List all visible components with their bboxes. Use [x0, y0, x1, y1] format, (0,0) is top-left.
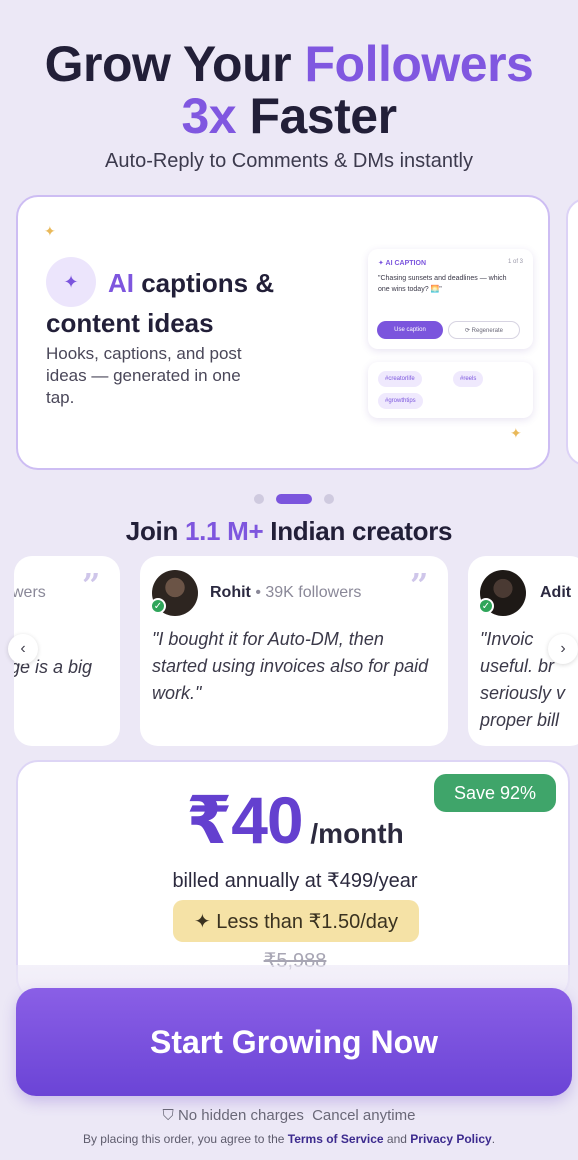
quote-icon: ” [82, 566, 101, 604]
social-proof-heading: Join 1.1 M+ Indian creators [0, 516, 578, 547]
billed-annually-text: billed annually at ₹499/year [172, 870, 418, 892]
privacy-policy-link[interactable]: Privacy Policy [410, 1132, 491, 1146]
headline-line-1: Grow Your Followers [0, 38, 578, 90]
price-period: /month [302, 818, 404, 849]
next-feature-card[interactable] [566, 198, 578, 466]
carousel-dot[interactable] [254, 494, 264, 504]
testimonial-card[interactable]: ✓ Rohit • 39K followers ” "I bought it f… [140, 556, 448, 746]
legal-end: . [491, 1132, 496, 1146]
sparkle-icon: ✦ [44, 223, 56, 239]
caption-text: "Chasing sunsets and deadlines — which o… [378, 275, 507, 293]
hashtag-tag: #reels [453, 371, 484, 387]
testimonial-name: Rohit [210, 584, 251, 601]
legal-text: By placing this order, you agree to the … [0, 1132, 578, 1146]
testimonial-quote: "I bought it for Auto-DM, then started u… [152, 629, 429, 703]
carousel-prev-button[interactable]: ‹ [8, 634, 38, 664]
caption-label: ✦ AI CAPTION [378, 260, 426, 267]
carousel-dot[interactable] [324, 494, 334, 504]
feature-description: Hooks, captions, and post ideas — genera… [46, 344, 242, 407]
social-proof-count: 1.1 M+ [184, 516, 264, 546]
chevron-left-icon: ‹ [20, 640, 26, 657]
price-amount: ₹40 [186, 783, 303, 857]
regenerate-button: ⟳ Regenerate [448, 321, 520, 339]
use-caption-button: Use caption [377, 321, 443, 339]
no-hidden-charges: No hidden charges [177, 1107, 304, 1124]
headline-text: Grow Your [44, 36, 305, 92]
verified-check-icon: ✓ [150, 598, 166, 614]
chevron-right-icon: › [560, 640, 566, 657]
per-day-badge: ✦ Less than ₹1.50/day [173, 900, 419, 942]
cancel-anytime: Cancel anytime [312, 1107, 416, 1124]
price-row: ₹40 /month [18, 782, 572, 859]
verified-check-icon: ✓ [478, 598, 494, 614]
testimonial-name: Adit [540, 584, 572, 601]
hashtag-tag: #growthtips [378, 393, 423, 409]
feature-title-rest: captions & content ideas [46, 268, 275, 338]
assurance-text: ⛉ No hidden charges Cancel anytime [0, 1107, 578, 1124]
testimonial-followers: • 39K followers [250, 584, 362, 601]
feature-title: AI captions & content ideas [46, 263, 306, 343]
subtitle: Auto-Reply to Comments & DMs instantly [105, 150, 473, 172]
sparkle-icon: ✦ [510, 425, 522, 441]
feature-title-ai: AI [108, 268, 134, 298]
pricing-card[interactable]: Save 92% ₹40 /month billed annually at ₹… [16, 760, 570, 1000]
terms-of-service-link[interactable]: Terms of Service [288, 1132, 384, 1146]
shield-icon: ⛉ [162, 1107, 174, 1124]
hashtag-tag: #creatorlife [378, 371, 422, 387]
caption-count: 1 of 3 [507, 259, 523, 265]
headline-line-2: 3x Faster [0, 90, 578, 142]
headline-accent-3x: 3x [181, 88, 237, 144]
social-proof-prefix: Join [125, 516, 185, 546]
carousel-next-button[interactable]: › [548, 634, 578, 664]
headline-text: Faster [236, 88, 397, 144]
carousel-dot-active[interactable] [276, 494, 312, 504]
legal-prefix: By placing this order, you agree to the [82, 1132, 288, 1146]
hashtag-preview: #creatorlife #reels #growthtips [368, 362, 533, 418]
caption-preview: ✦ AI CAPTION 1 of 3 "Chasing sunsets and… [368, 249, 533, 349]
legal-and: and [383, 1132, 411, 1146]
testimonial-followers: wers [14, 584, 46, 601]
testimonial-author: Rohit • 39K followers [210, 584, 361, 602]
social-proof-suffix: Indian creators [263, 516, 453, 546]
quote-icon: ” [410, 566, 429, 604]
feature-card[interactable]: ✦ ✦ ✦ AI captions & content ideas Hooks,… [16, 195, 550, 470]
headline-accent: Followers [304, 36, 534, 92]
start-growing-button[interactable]: Start Growing Now [16, 988, 572, 1096]
